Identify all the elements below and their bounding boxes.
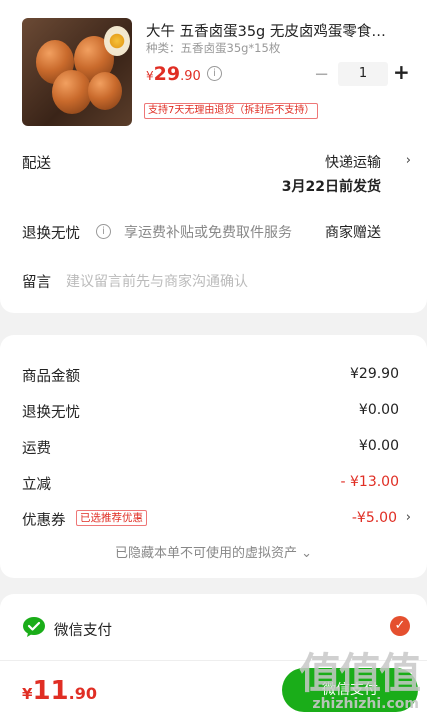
decrease-quantity-button[interactable]: − xyxy=(314,64,329,85)
order-total: ¥11.90 xyxy=(22,676,97,706)
message-label: 留言 xyxy=(22,275,51,291)
increase-quantity-button[interactable]: + xyxy=(393,60,410,84)
returns-label: 退换无忧 xyxy=(22,226,80,242)
product-title[interactable]: 大午 五香卤蛋35g 无皮卤鸡蛋零食… xyxy=(146,20,406,41)
returns-fee-label: 退换无忧 xyxy=(22,405,80,421)
discount-value: - ¥13.00 xyxy=(340,474,400,490)
shipping-label: 运费 xyxy=(22,441,51,457)
watermark-logo: 值值值 xyxy=(298,649,421,698)
hidden-assets-toggle[interactable]: 已隐藏本单不可使用的虚拟资产 ⌄ xyxy=(0,542,427,561)
return-policy-badge: 支持7天无理由退货（拆封后不支持） xyxy=(144,103,319,119)
order-card: 大午 五香卤蛋35g 无皮卤鸡蛋零食… 种类：五香卤蛋35g*15枚 ¥29.9… xyxy=(0,0,427,313)
coupon-label: 优惠券 xyxy=(22,513,66,529)
price-decimal: .90 xyxy=(180,69,201,84)
chevron-right-icon[interactable]: › xyxy=(406,510,411,525)
total-integer: 11 xyxy=(32,676,69,706)
returns-info-icon[interactable]: i xyxy=(96,224,111,239)
product-price: ¥29.90 xyxy=(146,63,201,85)
payment-method-label[interactable]: 微信支付 xyxy=(54,619,112,640)
wechat-pay-icon xyxy=(23,617,45,637)
subtotal-value: ¥29.90 xyxy=(350,366,399,382)
delivery-label: 配送 xyxy=(22,156,51,172)
halved-egg-graphic xyxy=(104,26,130,56)
discount-label: 立减 xyxy=(22,477,51,493)
coupon-value[interactable]: -¥5.00 xyxy=(352,510,397,526)
ship-date: 3月22日前发货 xyxy=(281,179,381,195)
price-integer: 29 xyxy=(153,63,181,85)
returns-fee-value: ¥0.00 xyxy=(358,402,399,418)
subtotal-label: 商品金额 xyxy=(22,369,80,385)
returns-description: 享运费补贴或免费取件服务 xyxy=(124,225,292,241)
shipping-value: ¥0.00 xyxy=(358,438,399,454)
chevron-right-icon[interactable]: › xyxy=(406,153,411,168)
selected-check-icon[interactable]: ✓ xyxy=(390,616,410,636)
quantity-input[interactable]: 1 xyxy=(338,62,388,86)
coupon-badge: 已选推荐优惠 xyxy=(76,510,147,526)
product-image[interactable] xyxy=(22,18,132,126)
total-symbol: ¥ xyxy=(22,685,33,703)
returns-provider: 商家赠送 xyxy=(325,225,381,241)
message-input[interactable]: 建议留言前先与商家沟通确认 xyxy=(66,271,248,291)
total-decimal: .90 xyxy=(68,684,97,703)
egg-graphic xyxy=(52,70,92,114)
delivery-method[interactable]: 快递运输 xyxy=(325,152,381,172)
info-icon[interactable]: i xyxy=(207,66,222,81)
price-symbol: ¥ xyxy=(146,69,154,83)
egg-graphic xyxy=(88,72,122,110)
watermark-url: zhizhizhi.com xyxy=(312,696,419,712)
product-variant[interactable]: 种类：五香卤蛋35g*15枚 xyxy=(146,40,280,56)
